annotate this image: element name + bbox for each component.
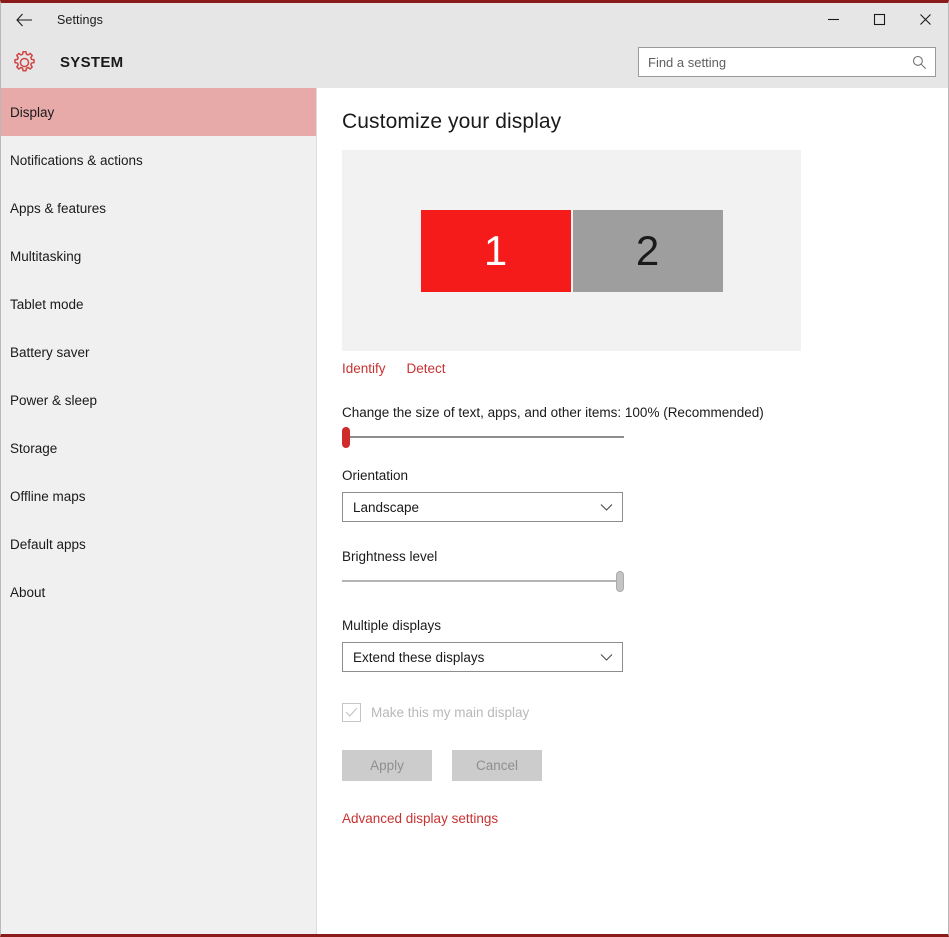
brightness-slider-thumb[interactable] xyxy=(616,571,624,592)
sidebar-item-display[interactable]: Display xyxy=(1,88,316,136)
advanced-display-settings-link[interactable]: Advanced display settings xyxy=(342,811,498,826)
minimize-button[interactable] xyxy=(810,3,856,36)
main-display-checkbox[interactable] xyxy=(342,703,361,722)
brightness-slider-track[interactable] xyxy=(342,580,624,582)
search-box[interactable] xyxy=(638,47,936,77)
sidebar-item-label: Multitasking xyxy=(10,248,82,264)
cancel-button[interactable]: Cancel xyxy=(452,750,542,781)
window-title: Settings xyxy=(57,12,103,27)
sidebar-item-multitasking[interactable]: Multitasking xyxy=(1,232,316,280)
content-pane: Customize your display 1 2 Identify Dete… xyxy=(317,88,948,934)
sidebar-item-tablet-mode[interactable]: Tablet mode xyxy=(1,280,316,328)
sidebar-item-about[interactable]: About xyxy=(1,568,316,616)
orientation-value: Landscape xyxy=(353,499,420,515)
sidebar-item-label: Power & sleep xyxy=(10,392,98,408)
scale-slider-track[interactable] xyxy=(342,436,624,438)
sidebar-item-notifications-and-actions[interactable]: Notifications & actions xyxy=(1,136,316,184)
main-display-checkbox-row[interactable]: Make this my main display xyxy=(342,703,948,722)
monitor-group: 1 2 xyxy=(420,209,723,292)
search-icon[interactable] xyxy=(911,54,927,70)
sidebar-item-offline-maps[interactable]: Offline maps xyxy=(1,472,316,520)
scale-slider[interactable] xyxy=(342,426,624,448)
sidebar-item-power-and-sleep[interactable]: Power & sleep xyxy=(1,376,316,424)
preview-action-links: Identify Detect xyxy=(342,361,948,376)
category-header: SYSTEM xyxy=(1,36,948,88)
sidebar-item-label: Offline maps xyxy=(10,488,86,504)
scale-label: Change the size of text, apps, and other… xyxy=(342,405,764,420)
display-arrangement-preview[interactable]: 1 2 xyxy=(342,150,801,351)
sidebar-item-label: Notifications & actions xyxy=(10,152,143,168)
close-button[interactable] xyxy=(902,3,948,36)
sidebar-item-label: Battery saver xyxy=(10,344,90,360)
search-input[interactable] xyxy=(648,54,911,70)
brightness-slider[interactable] xyxy=(342,570,624,592)
multiple-displays-dropdown[interactable]: Extend these displays xyxy=(342,642,623,672)
minimize-icon xyxy=(827,18,839,21)
action-buttons: Apply Cancel xyxy=(342,750,948,781)
check-icon xyxy=(345,707,358,717)
sidebar-item-label: Default apps xyxy=(10,536,86,552)
maximize-button[interactable] xyxy=(856,3,902,36)
monitor-number-label: 2 xyxy=(635,226,660,274)
monitor-2[interactable]: 2 xyxy=(572,209,723,292)
sidebar-item-apps-and-features[interactable]: Apps & features xyxy=(1,184,316,232)
close-icon xyxy=(919,14,931,25)
body: Display Notifications & actions Apps & f… xyxy=(1,88,948,934)
detect-link[interactable]: Detect xyxy=(407,361,446,376)
orientation-label: Orientation xyxy=(342,468,409,483)
sidebar-item-default-apps[interactable]: Default apps xyxy=(1,520,316,568)
sidebar-item-label: Storage xyxy=(10,440,58,456)
sidebar-item-label: About xyxy=(10,584,46,600)
settings-window: Settings SYSTEM Find a setting Display N… xyxy=(0,0,949,937)
monitor-number-label: 1 xyxy=(483,226,508,274)
sidebar-item-label: Display xyxy=(10,104,55,120)
sidebar-item-storage[interactable]: Storage xyxy=(1,424,316,472)
sidebar: Display Notifications & actions Apps & f… xyxy=(1,88,317,934)
monitor-1[interactable]: 1 xyxy=(420,209,571,292)
page-title: Customize your display xyxy=(342,110,562,133)
maximize-icon xyxy=(873,13,885,26)
multiple-displays-value: Extend these displays xyxy=(353,649,485,665)
sidebar-item-battery-saver[interactable]: Battery saver xyxy=(1,328,316,376)
sidebar-item-label: Apps & features xyxy=(10,200,107,216)
scale-slider-thumb[interactable] xyxy=(342,427,350,448)
chevron-down-icon xyxy=(599,500,613,514)
main-display-checkbox-label: Make this my main display xyxy=(371,705,530,720)
identify-link[interactable]: Identify xyxy=(342,361,386,376)
brightness-label: Brightness level xyxy=(342,549,438,564)
back-button[interactable] xyxy=(1,3,47,36)
titlebar: Settings xyxy=(1,3,948,36)
multiple-displays-label: Multiple displays xyxy=(342,618,442,633)
orientation-dropdown[interactable]: Landscape xyxy=(342,492,623,522)
back-arrow-icon xyxy=(15,13,32,26)
sidebar-item-label: Tablet mode xyxy=(10,296,84,312)
gear-icon xyxy=(9,47,39,77)
apply-button[interactable]: Apply xyxy=(342,750,432,781)
page-category-title: SYSTEM xyxy=(60,53,124,71)
chevron-down-icon xyxy=(599,650,613,664)
